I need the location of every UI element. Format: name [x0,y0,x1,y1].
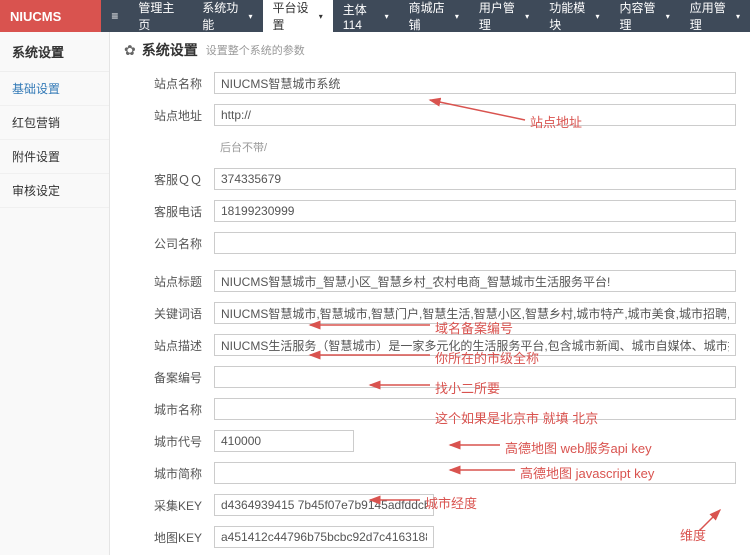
page-header: ✿ 系统设置 设置整个系统的参数 [124,40,736,60]
page-title: 系统设置 [142,40,198,60]
nav-system[interactable]: 系统功能▾ [192,0,262,32]
input-sitename[interactable] [214,72,736,94]
page-subtitle: 设置整个系统的参数 [206,42,305,58]
label-caijikey: 采集KEY [124,497,214,514]
label-qq: 客服ＱＱ [124,171,214,188]
label-sitetitle: 站点标题 [124,273,214,290]
input-company[interactable] [214,232,736,254]
input-siteurl[interactable] [214,104,736,126]
input-cityname[interactable] [214,398,736,420]
input-sitetitle[interactable] [214,270,736,292]
nav-home[interactable]: 管理主页 [128,0,192,32]
sidebar-basic[interactable]: 基础设置 [0,72,109,106]
input-phone[interactable] [214,200,736,222]
nav-content[interactable]: 内容管理▾ [609,0,679,32]
sidebar-audit[interactable]: 审核设定 [0,174,109,208]
label-citycode: 城市代号 [124,433,214,450]
nav-entity[interactable]: 主体114▾ [333,0,399,32]
nav-mall[interactable]: 商城店铺▾ [399,0,469,32]
nav-app[interactable]: 应用管理▾ [680,0,750,32]
top-navigation: NIUCMS ≡ 管理主页 系统功能▾ 平台设置▾ 主体114▾ 商城店铺▾ 用… [0,0,750,32]
nav-platform[interactable]: 平台设置▾ [263,0,333,32]
main-content: ✿ 系统设置 设置整个系统的参数 站点名称 站点地址 后台不带/ 客服ＱＱ 客服… [110,32,750,555]
nav-user[interactable]: 用户管理▾ [469,0,539,32]
input-keywords[interactable] [214,302,736,324]
label-company: 公司名称 [124,235,214,252]
label-cityshort: 城市简称 [124,465,214,482]
gear-icon: ✿ [124,42,136,59]
input-cityshort[interactable] [214,462,736,484]
input-desc[interactable] [214,334,736,356]
label-phone: 客服电话 [124,203,214,220]
sidebar-title: 系统设置 [0,32,109,72]
sidebar-attachment[interactable]: 附件设置 [0,140,109,174]
menu-toggle[interactable]: ≡ [101,9,128,23]
logo: NIUCMS [0,0,101,32]
input-citycode[interactable] [214,430,354,452]
sidebar: 系统设置 基础设置 红包营销 附件设置 审核设定 [0,32,110,555]
input-caijikey[interactable] [214,494,434,516]
label-beian: 备案编号 [124,369,214,386]
hint-siteurl: 后台不带/ [220,139,267,155]
label-cityname: 城市名称 [124,401,214,418]
label-siteurl: 站点地址 [124,107,214,124]
label-sitename: 站点名称 [124,75,214,92]
input-qq[interactable] [214,168,736,190]
label-desc: 站点描述 [124,337,214,354]
input-mapkey[interactable] [214,526,434,548]
input-beian[interactable] [214,366,736,388]
label-mapkey: 地图KEY [124,529,214,546]
sidebar-redpacket[interactable]: 红包营销 [0,106,109,140]
label-keywords: 关键词语 [124,305,214,322]
nav-module[interactable]: 功能模块▾ [539,0,609,32]
